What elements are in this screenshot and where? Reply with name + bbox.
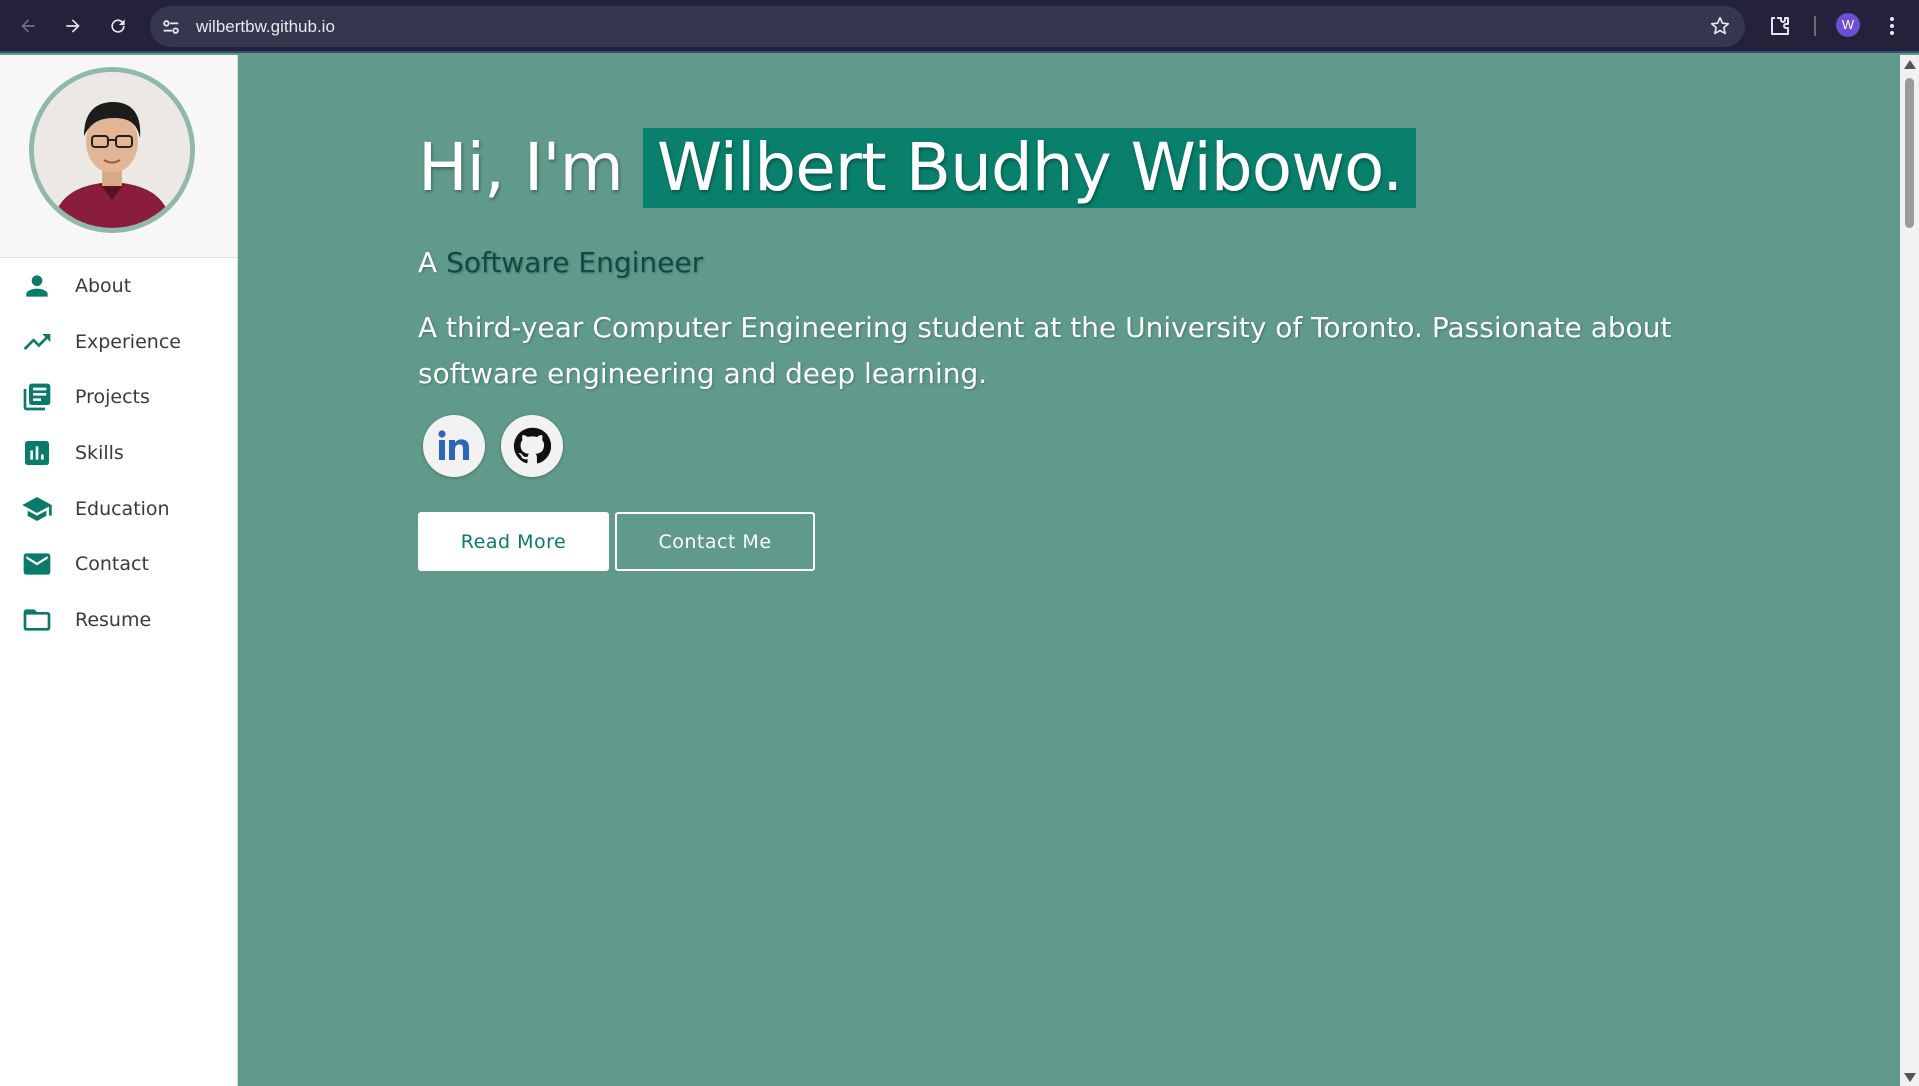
sidebar-item-label: Experience xyxy=(75,330,181,353)
toolbar-divider xyxy=(1814,16,1816,36)
hero-section: Hi, I'm Wilbert Budhy Wibowo. A Software… xyxy=(238,55,1900,1086)
scroll-up-arrow-icon[interactable] xyxy=(1904,60,1916,69)
library-books-icon xyxy=(20,380,54,414)
tagline-prefix: A xyxy=(418,246,438,279)
reload-button[interactable] xyxy=(102,10,134,42)
sidebar-item-education[interactable]: Education xyxy=(0,481,237,537)
person-photo-illustration xyxy=(34,72,190,228)
arrow-right-icon xyxy=(66,19,80,33)
github-icon xyxy=(513,427,551,464)
greeting-text: Hi, I'm xyxy=(418,129,624,206)
back-button[interactable] xyxy=(12,10,44,42)
bio-text: A third-year Computer Engineering studen… xyxy=(418,311,1672,390)
folder-icon xyxy=(20,603,54,637)
profile-photo xyxy=(29,67,195,233)
sidebar-item-skills[interactable]: Skills xyxy=(0,425,237,481)
linkedin-icon xyxy=(438,430,469,460)
sidebar-item-contact[interactable]: Contact xyxy=(0,536,237,592)
read-more-button[interactable]: Read More xyxy=(418,512,609,571)
profile-avatar[interactable]: W xyxy=(1836,13,1860,37)
sidebar-item-label: Skills xyxy=(75,441,124,464)
profile-header xyxy=(0,55,237,258)
page-scrollbar[interactable] xyxy=(1900,55,1919,1086)
github-link[interactable] xyxy=(501,415,563,477)
mail-icon xyxy=(20,547,54,581)
sidebar: About Experience Projects Skills Educati… xyxy=(0,55,238,1086)
bar-chart-icon xyxy=(20,436,54,470)
url-text[interactable]: wilbertbw.github.io xyxy=(196,6,335,47)
scrollbar-thumb[interactable] xyxy=(1905,78,1914,228)
contact-me-button[interactable]: Contact Me xyxy=(615,512,815,571)
sidebar-item-label: About xyxy=(75,274,132,297)
school-icon xyxy=(20,492,54,526)
hero-title: Hi, I'm Wilbert Budhy Wibowo. xyxy=(418,128,1417,208)
sidebar-item-projects[interactable]: Projects xyxy=(0,369,237,425)
sidebar-item-experience[interactable]: Experience xyxy=(0,314,237,370)
sidebar-item-label: Projects xyxy=(75,386,150,409)
sidebar-item-label: Resume xyxy=(75,608,152,631)
bookmark-star-icon[interactable] xyxy=(1709,15,1731,37)
sidebar-item-label: Education xyxy=(75,497,170,520)
extensions-icon[interactable] xyxy=(1768,14,1792,38)
more-menu-icon[interactable] xyxy=(1885,14,1899,38)
forward-button[interactable] xyxy=(57,10,89,42)
trending-up-icon xyxy=(20,325,54,359)
person-icon xyxy=(20,269,54,303)
sidebar-item-resume[interactable]: Resume xyxy=(0,592,237,648)
address-bar[interactable]: wilbertbw.github.io xyxy=(150,6,1745,47)
scroll-down-arrow-icon[interactable] xyxy=(1904,1073,1916,1082)
site-settings-icon[interactable] xyxy=(160,16,182,38)
name-highlight: Wilbert Budhy Wibowo. xyxy=(642,128,1417,208)
reload-icon xyxy=(111,19,125,33)
sidebar-item-label: Contact xyxy=(75,553,149,576)
linkedin-link[interactable] xyxy=(423,415,485,477)
tagline: A Software Engineer xyxy=(418,246,703,279)
sidebar-nav: About Experience Projects Skills Educati… xyxy=(0,258,237,648)
arrow-left-icon xyxy=(21,19,35,33)
browser-toolbar: wilbertbw.github.io W xyxy=(0,0,1919,53)
sidebar-item-about[interactable]: About xyxy=(0,258,237,314)
role-text: Software Engineer xyxy=(446,246,704,279)
